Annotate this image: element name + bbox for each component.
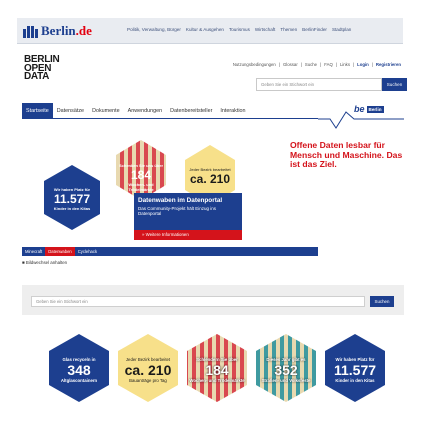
slide-tab-datenwaben[interactable]: Datenwaben	[45, 247, 75, 256]
portal-nav-item[interactable]: Themen	[280, 27, 297, 32]
hex-post: Kinder in den Kitas	[53, 206, 91, 211]
hex-district-text: Jeder Bezirk bearbeitet ca. 210	[185, 167, 235, 186]
hex-value: 184	[205, 362, 229, 378]
portal-nav-item[interactable]: Tourismus	[229, 27, 250, 32]
hex-value: 11.577	[53, 192, 91, 206]
header-search-button[interactable]: Suchen	[382, 78, 407, 91]
portal-nav-item[interactable]: Kultur & Ausgehen	[186, 27, 224, 32]
logo-suffix: .de	[75, 23, 92, 38]
portal-nav-item[interactable]: BerlinFinder	[302, 27, 327, 32]
link-glossar[interactable]: Glossar	[283, 62, 298, 67]
main-search-input[interactable]: Geben Sie ein Stichwort ein	[31, 296, 365, 307]
berlin-portal-bar: Berlin .de Politik, Verwaltung, Bürger Ku…	[17, 18, 403, 44]
portal-nav: Politik, Verwaltung, Bürger Kultur & Aus…	[127, 27, 351, 32]
logo-line: DATA	[24, 71, 50, 82]
hex-value: 352	[274, 362, 298, 378]
tab-dokumente[interactable]: Dokumente	[88, 103, 124, 119]
link-nutzungsbedingungen[interactable]: Nutzungsbedingungen	[233, 62, 276, 67]
tab-startseite[interactable]: Startseite	[22, 102, 53, 119]
main-search-button[interactable]: Suchen	[370, 296, 394, 307]
hex-post: Bauanträge pro Tag	[129, 378, 167, 383]
be-berlin-brand[interactable]: be Berlin	[354, 104, 384, 114]
hex-value: ca. 210	[124, 362, 172, 378]
page: Berlin .de Politik, Verwaltung, Bürger Ku…	[0, 0, 422, 427]
hex-post: Wochen- und Trödelmärkte	[128, 182, 154, 192]
honeycomb-cell-building[interactable]: Jeder Bezirk bearbeitet ca. 210 Bauanträ…	[118, 357, 178, 383]
honeycomb-cell-kitas[interactable]: Wir haben Platz für 11.577 Kinder in den…	[325, 357, 385, 383]
honeycomb-cell-festivals[interactable]: Dieses Jahr gibt es 352 Straßen- und Vol…	[256, 357, 316, 383]
search-band: Geben Sie ein Stichwort ein Suchen	[22, 285, 404, 315]
brand-chip: Berlin	[366, 105, 384, 113]
brand-word: be	[354, 104, 365, 114]
hex-value: 11.577	[333, 362, 377, 378]
main-nav: Startseite Datensätze Dokumente Anwendun…	[22, 102, 318, 119]
berlin-de-logo[interactable]: Berlin .de	[23, 22, 92, 40]
link-links[interactable]: Links	[340, 62, 350, 67]
bear-gate-icon	[23, 24, 39, 38]
link-faq[interactable]: FAQ	[324, 62, 333, 67]
pause-slideshow-link[interactable]: ■ Bildwechsel anhalten	[22, 260, 67, 265]
register-link[interactable]: Registrieren	[376, 62, 401, 67]
hex-value: 184	[130, 168, 152, 182]
slide-tab-cyclehack[interactable]: Cyclehack	[75, 247, 100, 256]
hex-value: 348	[67, 362, 91, 378]
hex-post: Altglascontainern	[60, 378, 98, 383]
header-search: Geben Sie ein Stichwort ein Suchen	[256, 78, 407, 91]
teaser-title: Datenwaben im Datenportal	[138, 197, 223, 204]
honeycomb-cell-markets[interactable]: Schlendern Sie über 184 Wochen- und Tröd…	[187, 357, 247, 383]
portal-nav-item[interactable]: Politik, Verwaltung, Bürger	[127, 27, 181, 32]
tab-interaktion[interactable]: Interaktion	[216, 103, 249, 119]
hex-post: Straßen- und Volksfeste	[261, 378, 311, 383]
datenwaben-teaser[interactable]: Datenwaben im Datenportal Das Community-…	[134, 193, 242, 240]
more-info-link[interactable]: » Weitere Informationen	[134, 230, 242, 240]
honeycomb-cell-glass[interactable]: Glas recyceln in 348 Altglascontainern	[49, 357, 109, 383]
tab-datenbereitsteller[interactable]: Datenbereitsteller	[166, 103, 216, 119]
hex-post: Kinder in den Kitas	[335, 378, 375, 383]
tab-anwendungen[interactable]: Anwendungen	[124, 103, 166, 119]
hex-value: ca. 210	[189, 172, 231, 186]
utility-links: Nutzungsbedingungen | Glossar | Suche | FAQ…	[232, 62, 401, 67]
hex-markets-text: Schenken Sie uns über 184 Wochen- und Tr…	[116, 163, 166, 192]
hex-post: Wochen- und Trödelmärkte	[189, 378, 245, 383]
tagline: Offene Daten lesbar für Mensch und Masch…	[290, 140, 403, 169]
slider-tabs: Minecraft Datenwaben Cyclehack	[22, 247, 318, 256]
tab-datensaetze[interactable]: Datensätze	[53, 103, 88, 119]
login-link[interactable]: Login	[357, 62, 369, 67]
link-suche[interactable]: Suche	[305, 62, 317, 67]
slide-tab-minecraft[interactable]: Minecraft	[22, 247, 45, 256]
hex-kitas-text: Wir haben Platz für 11.577 Kinder in den…	[44, 187, 100, 211]
pause-label: Bildwechsel anhalten	[25, 260, 68, 265]
portal-nav-item[interactable]: Stadtplan	[332, 27, 351, 32]
teaser-text: Das Community-Projekt hält Einzug ins Da…	[138, 206, 217, 216]
berlin-open-data-logo[interactable]: BERLIN OPEN DATA	[24, 55, 60, 82]
header-search-input[interactable]: Geben Sie ein Stichwort ein	[256, 78, 382, 91]
logo-word: Berlin	[41, 23, 76, 38]
portal-nav-item[interactable]: Wirtschaft	[255, 27, 275, 32]
